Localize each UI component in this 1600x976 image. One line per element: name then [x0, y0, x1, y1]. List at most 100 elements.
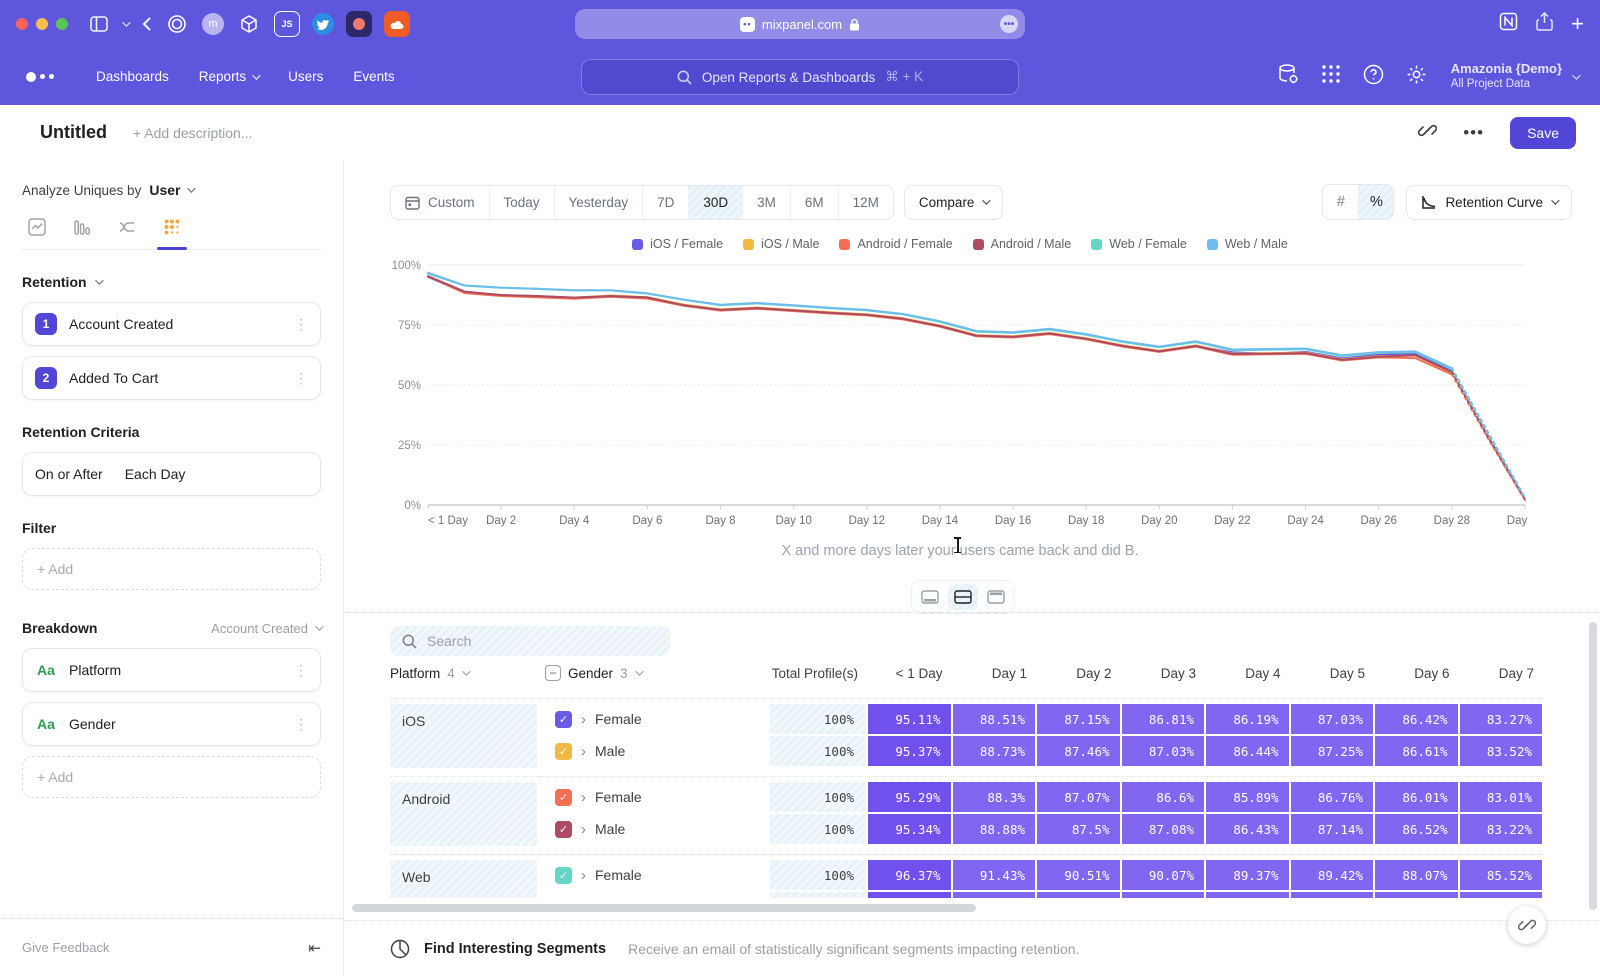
- series-checkbox[interactable]: ✓: [555, 867, 572, 884]
- retention-value-cell[interactable]: 86.61%: [1375, 736, 1458, 766]
- expand-chevron-icon[interactable]: ›: [581, 868, 586, 883]
- retention-value-cell[interactable]: 85.47%: [1460, 892, 1543, 898]
- step-menu-icon[interactable]: ⋮: [294, 371, 308, 385]
- save-button[interactable]: Save: [1510, 117, 1576, 149]
- notion-icon[interactable]: [1499, 12, 1518, 36]
- report-title[interactable]: Untitled: [40, 122, 107, 143]
- expand-chevron-icon[interactable]: ›: [581, 790, 586, 805]
- retention-value-cell[interactable]: 96.37%: [868, 860, 951, 890]
- legend-item[interactable]: Android / Female: [839, 237, 952, 251]
- compare-button[interactable]: Compare: [904, 185, 1004, 220]
- tab-funnels[interactable]: [73, 218, 91, 236]
- new-tab-icon[interactable]: +: [1571, 13, 1584, 35]
- retention-value-cell[interactable]: 83.27%: [1460, 704, 1543, 734]
- settings-gear-icon[interactable]: [1406, 64, 1427, 90]
- retention-value-cell[interactable]: 88.73%: [953, 736, 1036, 766]
- retention-value-cell[interactable]: 87.07%: [1037, 782, 1120, 812]
- retention-value-cell[interactable]: 86.42%: [1375, 704, 1458, 734]
- add-filter-button[interactable]: + Add: [22, 548, 321, 590]
- extension-record-icon[interactable]: [346, 11, 372, 37]
- share-link-fab[interactable]: [1508, 906, 1546, 944]
- retention-value-cell[interactable]: 87.03%: [1122, 736, 1205, 766]
- segments-title[interactable]: Find Interesting Segments: [424, 941, 606, 957]
- range-12m[interactable]: 12M: [839, 186, 893, 219]
- tab-insights[interactable]: [28, 218, 46, 236]
- platform-column-header[interactable]: Platform 4: [390, 666, 545, 681]
- view-toggle-table-only[interactable]: [981, 584, 1011, 610]
- url-bar[interactable]: •• mixpanel.com •••: [575, 9, 1025, 39]
- gender-cell[interactable]: ✓›Male: [545, 892, 770, 898]
- retention-step-1[interactable]: 1 Account Created ⋮: [22, 302, 321, 346]
- tab-retention[interactable]: [163, 218, 181, 236]
- legend-item[interactable]: iOS / Male: [743, 237, 819, 251]
- retention-value-cell[interactable]: 85.52%: [1460, 860, 1543, 890]
- retention-value-cell[interactable]: 83.01%: [1460, 782, 1543, 812]
- gender-cell[interactable]: ✓›Female: [545, 782, 770, 812]
- legend-item[interactable]: iOS / Female: [632, 237, 723, 251]
- unit-absolute[interactable]: #: [1323, 185, 1358, 219]
- range-7d[interactable]: 7D: [643, 186, 689, 219]
- select-all-checkbox[interactable]: −: [545, 665, 561, 681]
- series-checkbox[interactable]: ✓: [555, 743, 572, 760]
- breakdown-platform[interactable]: Aa Platform ⋮: [22, 648, 321, 692]
- platform-cell[interactable]: iOS: [390, 704, 537, 768]
- gender-column-header[interactable]: − Gender 3: [545, 665, 770, 681]
- breakdown-menu-icon[interactable]: ⋮: [294, 717, 308, 731]
- range-3m[interactable]: 3M: [743, 186, 791, 219]
- back-icon[interactable]: [142, 16, 152, 32]
- table-search-input[interactable]: Search: [390, 626, 670, 656]
- analyze-entity-dropdown[interactable]: User: [149, 182, 193, 198]
- expand-chevron-icon[interactable]: ›: [581, 822, 586, 837]
- collapse-sidebar-icon[interactable]: ⇤: [308, 939, 321, 957]
- horizontal-scrollbar[interactable]: [352, 904, 976, 912]
- criteria-operator[interactable]: On or After: [35, 466, 103, 482]
- close-window-button[interactable]: [16, 18, 28, 30]
- series-checkbox[interactable]: ✓: [555, 789, 572, 806]
- extension-cube-icon[interactable]: [236, 11, 262, 37]
- retention-value-cell[interactable]: 88.07%: [1375, 860, 1458, 890]
- extension-js-icon[interactable]: JS: [274, 11, 300, 37]
- retention-line-chart[interactable]: 100%75%50%25%0%< 1 DayDay 2Day 4Day 6Day…: [390, 255, 1530, 527]
- retention-value-cell[interactable]: 86.44%: [1206, 736, 1289, 766]
- retention-value-cell[interactable]: 88.88%: [953, 814, 1036, 844]
- retention-value-cell[interactable]: 86.81%: [1122, 704, 1205, 734]
- retention-value-cell[interactable]: 87.46%: [1037, 736, 1120, 766]
- extension-bird-icon[interactable]: [312, 13, 334, 35]
- help-icon[interactable]: [1363, 64, 1384, 90]
- account-switcher[interactable]: Amazonia {Demo} All Project Data: [1451, 61, 1578, 92]
- retention-value-cell[interactable]: 87.08%: [1122, 814, 1205, 844]
- retention-value-cell[interactable]: 90.07%: [1122, 860, 1205, 890]
- expand-chevron-icon[interactable]: ›: [581, 744, 586, 759]
- retention-value-cell[interactable]: 91.43%: [953, 860, 1036, 890]
- retention-value-cell[interactable]: 86.52%: [1375, 814, 1458, 844]
- add-description-field[interactable]: + Add description...: [133, 125, 1418, 141]
- series-checkbox[interactable]: ✓: [555, 711, 572, 728]
- retention-value-cell[interactable]: 95.29%: [868, 782, 951, 812]
- retention-value-cell[interactable]: 89.37%: [1206, 860, 1289, 890]
- gender-cell[interactable]: ✓›Male: [545, 736, 770, 766]
- range-6m[interactable]: 6M: [791, 186, 839, 219]
- extension-cloud-icon[interactable]: [384, 11, 410, 37]
- platform-cell[interactable]: Web: [390, 860, 537, 898]
- criteria-interval[interactable]: Each Day: [125, 466, 186, 482]
- unit-percent[interactable]: %: [1358, 185, 1393, 219]
- retention-section-label[interactable]: Retention: [22, 274, 87, 290]
- retention-value-cell[interactable]: 95.37%: [868, 736, 951, 766]
- retention-value-cell[interactable]: 89.42%: [1291, 860, 1374, 890]
- series-checkbox[interactable]: ✓: [555, 821, 572, 838]
- vertical-scrollbar[interactable]: [1589, 622, 1597, 910]
- retention-value-cell[interactable]: 86.01%: [1375, 782, 1458, 812]
- chevron-down-icon[interactable]: [122, 21, 128, 27]
- nav-item-users[interactable]: Users: [288, 69, 323, 84]
- gender-cell[interactable]: ✓›Male: [545, 814, 770, 844]
- nav-item-events[interactable]: Events: [353, 69, 394, 84]
- retention-value-cell[interactable]: 90.54%: [1037, 892, 1120, 898]
- extension-m-icon[interactable]: m: [202, 13, 224, 35]
- retention-value-cell[interactable]: 87.03%: [1291, 704, 1374, 734]
- breakdown-gender[interactable]: Aa Gender ⋮: [22, 702, 321, 746]
- zoom-window-button[interactable]: [56, 18, 68, 30]
- data-management-icon[interactable]: [1277, 63, 1299, 90]
- retention-value-cell[interactable]: 83.52%: [1460, 736, 1543, 766]
- expand-chevron-icon[interactable]: ›: [581, 712, 586, 727]
- tab-flows[interactable]: [118, 218, 136, 236]
